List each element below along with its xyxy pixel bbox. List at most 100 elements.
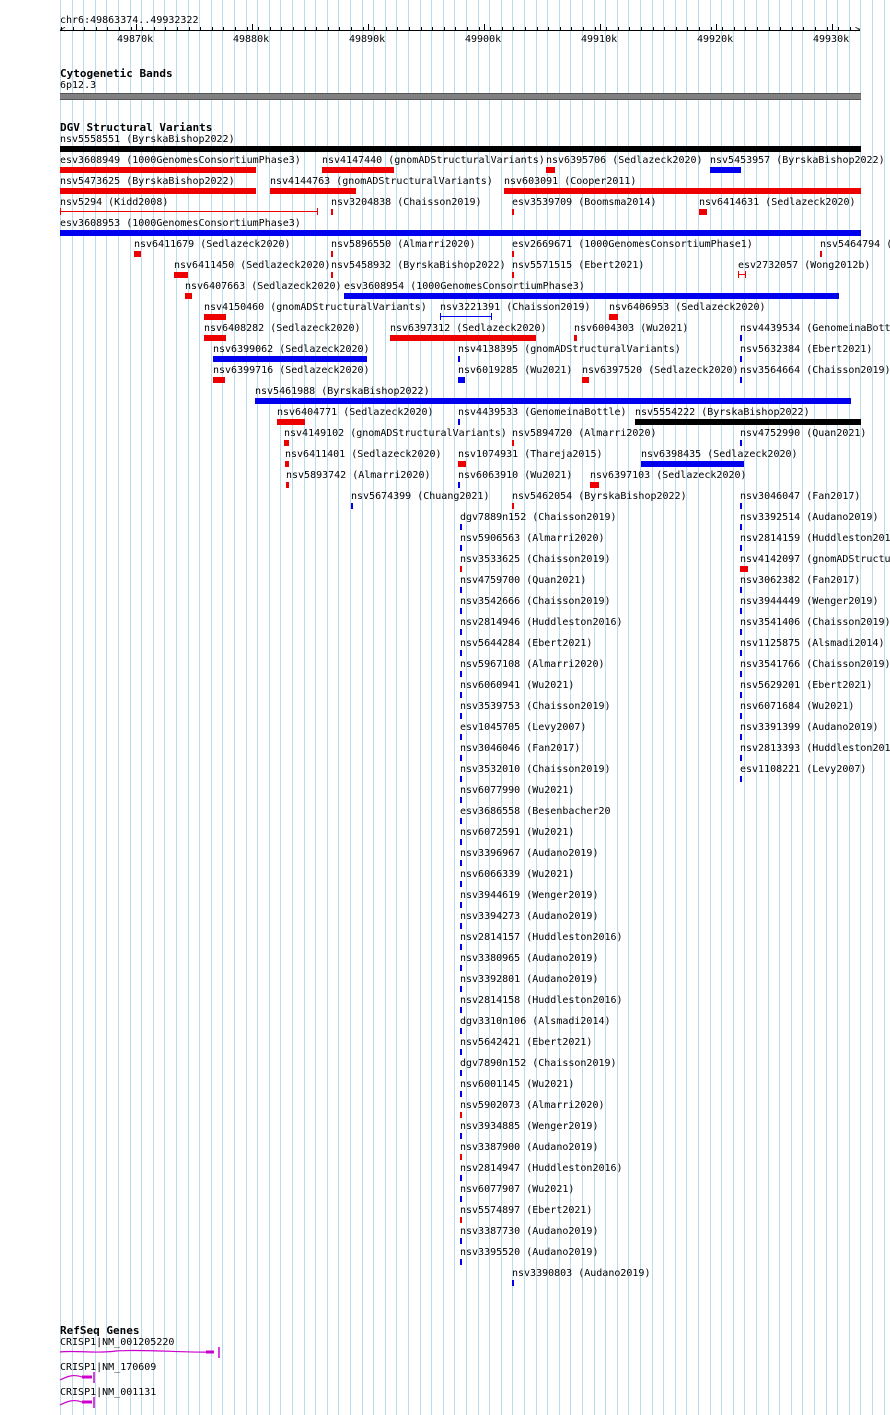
variant-bar[interactable] (460, 1028, 462, 1034)
variant-label[interactable]: nsv6399062 (Sedlazeck2020) (213, 344, 370, 356)
variant-label[interactable]: nsv6019285 (Wu2021) (458, 365, 572, 377)
variant-label[interactable]: esv2732057 (Wong2012b) (738, 260, 870, 272)
variant-bar[interactable] (641, 461, 744, 467)
variant-bar[interactable] (740, 503, 742, 509)
cyto-track-title[interactable]: Cytogenetic Bands (60, 68, 173, 80)
variant-label[interactable]: nsv5473625 (ByrskaBishop2022) (60, 176, 235, 188)
variant-label[interactable]: nsv6060941 (Wu2021) (460, 680, 574, 692)
variant-label[interactable]: nsv3394273 (Audano2019) (460, 911, 598, 923)
variant-bar[interactable] (331, 251, 333, 257)
variant-label[interactable]: nsv4439534 (GenomeinaBott (740, 323, 890, 335)
variant-label[interactable]: nsv2814158 (Huddleston2016) (460, 995, 623, 1007)
variant-bar[interactable] (460, 839, 462, 845)
variant-label[interactable]: nsv3046047 (Fan2017) (740, 491, 860, 503)
variant-label[interactable]: nsv5902073 (Almarri2020) (460, 1100, 605, 1112)
variant-label[interactable]: nsv3395520 (Audano2019) (460, 1247, 598, 1259)
variant-label[interactable]: nsv5632384 (Ebert2021) (740, 344, 872, 356)
variant-label[interactable]: nsv3541766 (Chaisson2019) (740, 659, 890, 671)
variant-label[interactable]: nsv6001145 (Wu2021) (460, 1079, 574, 1091)
variant-bar[interactable] (740, 608, 742, 614)
variant-bar[interactable] (213, 356, 367, 362)
variant-label[interactable]: nsv3541406 (Chaisson2019) (740, 617, 890, 629)
variant-bar[interactable] (284, 440, 289, 446)
variant-label[interactable]: nsv2813393 (Huddleston201 (740, 743, 890, 755)
variant-bar[interactable] (740, 629, 742, 635)
variant-label[interactable]: nsv5554222 (ByrskaBishop2022) (635, 407, 810, 419)
variant-label[interactable]: nsv4142097 (gnomADStructu (740, 554, 890, 566)
variant-bar[interactable] (458, 482, 460, 488)
variant-bar[interactable] (460, 1175, 462, 1181)
variant-label[interactable]: nsv6072591 (Wu2021) (460, 827, 574, 839)
variant-bar[interactable] (460, 923, 462, 929)
variant-bar[interactable] (460, 902, 462, 908)
variant-bar[interactable] (512, 503, 514, 509)
variant-bar[interactable] (460, 629, 462, 635)
variant-label[interactable]: nsv6071684 (Wu2021) (740, 701, 854, 713)
variant-bar[interactable] (458, 377, 465, 383)
variant-label[interactable]: nsv6407663 (Sedlazeck2020) (185, 281, 342, 293)
variant-bar[interactable] (322, 167, 394, 173)
variant-label[interactable]: nsv6063910 (Wu2021) (458, 470, 572, 482)
variant-label[interactable]: nsv1125875 (Alsmadi2014) (740, 638, 885, 650)
refseq-track-title[interactable]: RefSeq Genes (60, 1325, 139, 1337)
variant-bar[interactable] (460, 608, 462, 614)
variant-label[interactable]: nsv5896550 (Almarri2020) (331, 239, 476, 251)
variant-label[interactable]: nsv4150460 (gnomADStructuralVariants) (204, 302, 427, 314)
variant-label[interactable]: nsv5674399 (Chuang2021) (351, 491, 489, 503)
variant-bar[interactable] (460, 986, 462, 992)
variant-label[interactable]: nsv4759700 (Quan2021) (460, 575, 586, 587)
variant-label[interactable]: nsv3062382 (Fan2017) (740, 575, 860, 587)
variant-label[interactable]: esv3539709 (Boomsma2014) (512, 197, 657, 209)
variant-bar[interactable] (740, 377, 742, 383)
variant-bar[interactable] (740, 692, 742, 698)
variant-label[interactable]: nsv6077990 (Wu2021) (460, 785, 574, 797)
variant-bar[interactable] (740, 440, 742, 446)
variant-label[interactable]: nsv3390803 (Audano2019) (512, 1268, 650, 1280)
variant-label[interactable]: nsv5644284 (Ebert2021) (460, 638, 592, 650)
variant-label[interactable]: nsv6066339 (Wu2021) (460, 869, 574, 881)
variant-bar[interactable] (460, 587, 462, 593)
variant-bar[interactable] (286, 482, 289, 488)
variant-label[interactable]: esv1045705 (Levy2007) (460, 722, 586, 734)
variant-bar[interactable] (351, 503, 353, 509)
variant-bar[interactable] (60, 167, 256, 173)
variant-bar[interactable] (134, 251, 141, 257)
variant-label[interactable]: nsv3944619 (Wenger2019) (460, 890, 598, 902)
variant-label[interactable]: nsv5894720 (Almarri2020) (512, 428, 657, 440)
variant-bar[interactable] (512, 251, 514, 257)
variant-bar[interactable] (460, 1070, 462, 1076)
variant-bar[interactable] (60, 211, 318, 212)
variant-bar[interactable] (460, 566, 462, 572)
variant-bar[interactable] (185, 293, 192, 299)
variant-label[interactable]: nsv5461988 (ByrskaBishop2022) (255, 386, 430, 398)
variant-bar[interactable] (460, 692, 462, 698)
variant-bar[interactable] (590, 482, 599, 488)
variant-bar[interactable] (460, 1049, 462, 1055)
variant-label[interactable]: esv3608953 (1000GenomesConsortiumPhase3) (60, 218, 301, 230)
variant-label[interactable]: nsv3542666 (Chaisson2019) (460, 596, 611, 608)
variant-bar[interactable] (740, 545, 742, 551)
variant-bar[interactable] (440, 316, 492, 317)
variant-label[interactable]: nsv6411679 (Sedlazeck2020) (134, 239, 291, 251)
variant-bar[interactable] (460, 818, 462, 824)
variant-label[interactable]: nsv3387900 (Audano2019) (460, 1142, 598, 1154)
variant-bar[interactable] (582, 377, 589, 383)
variant-bar[interactable] (460, 1112, 462, 1118)
variant-bar[interactable] (512, 440, 514, 446)
variant-label[interactable]: esv1108221 (Levy2007) (740, 764, 866, 776)
variant-label[interactable]: nsv3539753 (Chaisson2019) (460, 701, 611, 713)
variant-bar[interactable] (460, 776, 462, 782)
variant-label[interactable]: nsv5294 (Kidd2008) (60, 197, 168, 209)
variant-label[interactable]: nsv6411401 (Sedlazeck2020) (285, 449, 442, 461)
variant-bar[interactable] (460, 1259, 462, 1265)
variant-bar[interactable] (740, 524, 742, 530)
variant-label[interactable]: nsv6399716 (Sedlazeck2020) (213, 365, 370, 377)
variant-bar[interactable] (512, 1280, 514, 1286)
variant-bar[interactable] (255, 398, 851, 404)
variant-label[interactable]: nsv2814946 (Huddleston2016) (460, 617, 623, 629)
variant-label[interactable]: nsv5558551 (ByrskaBishop2022) (60, 134, 235, 146)
variant-bar[interactable] (740, 566, 748, 572)
variant-bar[interactable] (740, 755, 742, 761)
variant-label[interactable]: nsv6077907 (Wu2021) (460, 1184, 574, 1196)
variant-label[interactable]: nsv3392801 (Audano2019) (460, 974, 598, 986)
